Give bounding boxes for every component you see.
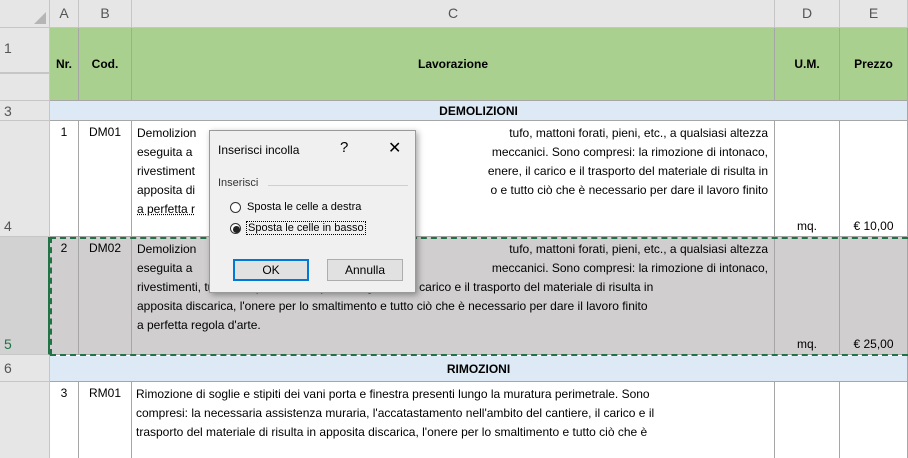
option-shift-right-label: Sposta le celle a destra [247,201,362,213]
header-nr[interactable]: Nr. [50,28,79,101]
item-1-nr[interactable]: 1 [50,121,79,237]
help-icon[interactable]: ? [340,139,348,156]
column-header-c[interactable]: C [132,0,775,28]
radio-shift-down[interactable] [230,223,241,234]
dialog-title: Inserisci incolla [218,143,300,157]
item-1-um[interactable]: mq. [775,121,840,237]
item-2-cod[interactable]: DM02 [79,237,132,355]
item-3-line-2: compresi: la necessaria assistenza murar… [136,406,655,420]
item-2-prezzo[interactable]: € 25,00 [840,237,908,355]
item-1-line-2: eseguita a [137,145,193,159]
item-2-line-2: eseguita a [137,261,193,275]
close-icon[interactable]: ✕ [388,138,401,158]
row-header-4[interactable]: 4 [0,121,50,237]
copy-marquee-left [50,237,52,355]
item-3-prezzo[interactable] [840,382,908,458]
header-prezzo[interactable]: Prezzo [840,28,908,101]
row-header-7[interactable] [0,382,50,458]
insert-paste-dialog[interactable]: Inserisci incolla ? ✕ Inserisci Sposta l… [209,130,416,293]
copy-marquee-top [50,237,908,239]
column-header-d[interactable]: D [775,0,840,28]
item-2-line-2-right: meccanici. Sono compresi: la rimozione d… [491,261,768,275]
select-all-corner[interactable] [0,0,50,28]
item-1-line-3: rivestiment [137,164,196,178]
item-2-line-4: apposita discarica, l'onere per lo smalt… [137,299,648,313]
column-header-e[interactable]: E [840,0,908,28]
item-2-nr[interactable]: 2 [50,237,79,355]
item-3-nr[interactable]: 3 [50,382,79,458]
item-1-line-1-right: tufo, mattoni forati, pieni, etc., a qua… [509,126,768,140]
item-1-cod[interactable]: DM01 [79,121,132,237]
cancel-button[interactable]: Annulla [327,259,403,281]
item-1-line-2-right: meccanici. Sono compresi: la rimozione d… [491,145,768,159]
column-header-a[interactable]: A [50,0,79,28]
header-lavorazione[interactable]: Lavorazione [132,28,775,101]
row-header-6[interactable]: 6 [0,355,50,382]
radio-shift-right[interactable] [230,202,241,213]
item-2-um[interactable]: mq. [775,237,840,355]
insert-group-label: Inserisci [218,177,259,189]
option-shift-down-label: Sposta le celle in basso [246,221,366,235]
row-header-3[interactable]: 3 [0,101,50,121]
item-1-line-4: apposita di [137,183,196,197]
header-cod[interactable]: Cod. [79,28,132,101]
item-3-um[interactable] [775,382,840,458]
group-divider [268,185,408,186]
item-1-line-1: Demolizion [137,126,197,140]
row-number-1: 1 [4,40,12,56]
item-2-line-1: Demolizion [137,242,197,256]
option-shift-down[interactable]: Sposta le celle in basso [230,220,410,238]
item-3-line-3: trasporto del materiale di risulta in ap… [136,425,648,439]
item-1-prezzo[interactable]: € 10,00 [840,121,908,237]
item-3-line-1: Rimozione di soglie e stipiti dei vani p… [136,387,650,401]
header-um[interactable]: U.M. [775,28,840,101]
item-3-cod[interactable]: RM01 [79,382,132,458]
item-2-line-5: a perfetta regola d'arte. [137,318,261,332]
section-demolizioni[interactable]: DEMOLIZIONI [50,101,908,121]
row-header-2-line [0,73,50,101]
item-1-line-4-right: o e tutto ciò che è necessario per dare … [490,183,769,197]
item-1-line-5: a perfetta r [137,202,196,216]
row-number-4: 4 [4,218,12,234]
row-header-5[interactable]: 5 [0,237,50,355]
ok-button[interactable]: OK [233,259,309,281]
column-header-b[interactable]: B [79,0,132,28]
item-2-line-1-right: tufo, mattoni forati, pieni, etc., a qua… [509,242,768,256]
item-3-description[interactable]: Rimozione di soglie e stipiti dei vani p… [132,382,775,458]
section-rimozioni[interactable]: RIMOZIONI [50,356,908,382]
item-1-line-3-right: enere, il carico e il trasporto del mate… [487,164,768,178]
option-shift-right[interactable]: Sposta le celle a destra [230,199,410,217]
row-number-5: 5 [4,336,12,352]
row-header-1[interactable]: 1 2 [0,28,50,92]
